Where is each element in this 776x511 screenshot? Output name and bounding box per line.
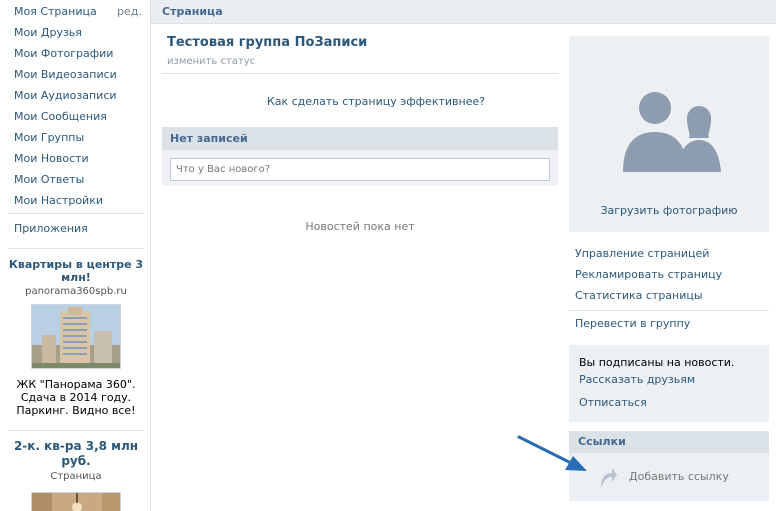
- sidebar-item-news[interactable]: Мои Новости: [14, 150, 89, 168]
- annotation-arrow-icon: [517, 435, 587, 471]
- ad-domain: panorama360spb.ru: [25, 286, 127, 297]
- add-link-icon[interactable]: [598, 465, 618, 489]
- sidebar-item-groups[interactable]: Мои Группы: [14, 129, 84, 147]
- sidebar-divider: [8, 248, 144, 249]
- empty-news-text: Новостей пока нет: [305, 220, 415, 233]
- sidebar-item-photos[interactable]: Мои Фотографии: [14, 45, 113, 63]
- page-title: Страница: [162, 5, 223, 18]
- ad-block[interactable]: 2-к. кв-ра 3,8 млн руб. Страница: [8, 439, 144, 511]
- change-status-link[interactable]: изменить статус: [167, 55, 255, 68]
- sidebar-item-videos[interactable]: Мои Видеозаписи: [14, 66, 117, 84]
- ad-title[interactable]: 2-к. кв-ра 3,8 млн руб.: [8, 439, 144, 469]
- sidebar-item-answers[interactable]: Мои Ответы: [14, 171, 84, 189]
- ad-image-interior[interactable]: [31, 492, 121, 511]
- ad-block[interactable]: Квартиры в центре 3 млн! panorama360spb.…: [8, 258, 144, 417]
- links-header: Ссылки: [569, 431, 769, 453]
- tell-friends-link[interactable]: Рассказать друзьям: [579, 373, 695, 387]
- effective-page-link[interactable]: Как сделать страницу эффективнее?: [162, 95, 590, 109]
- group-name: Тестовая группа ПоЗаписи: [167, 35, 368, 50]
- links-box: Добавить ссылку: [569, 453, 769, 501]
- page-stats-link[interactable]: Статистика страницы: [575, 288, 703, 304]
- advertise-page-link[interactable]: Рекламировать страницу: [575, 267, 722, 283]
- unsubscribe-link[interactable]: Отписаться: [579, 396, 647, 410]
- sidebar-item-apps[interactable]: Приложения: [14, 220, 88, 238]
- upload-photo-button[interactable]: Загрузить фотографию: [569, 36, 769, 232]
- main-divider: [162, 73, 558, 74]
- convert-to-group-link[interactable]: Перевести в группу: [575, 316, 690, 332]
- wall-title: Нет записей: [170, 132, 248, 145]
- subscription-box: Вы подписаны на новости. Рассказать друз…: [569, 345, 769, 422]
- sidebar-item-settings[interactable]: Мои Настройки: [14, 192, 103, 210]
- manage-page-link[interactable]: Управление страницей: [575, 246, 709, 262]
- sidebar-item-audio[interactable]: Мои Аудиозаписи: [14, 87, 117, 105]
- page-header: Страница: [151, 0, 776, 24]
- ad-title[interactable]: Квартиры в центре 3 млн!: [8, 258, 144, 284]
- new-post-input[interactable]: [170, 158, 550, 181]
- wall-post-box: [162, 150, 558, 186]
- ad-description: ЖК "Панорама 360". Сдача в 2014 году. Па…: [16, 378, 136, 417]
- sidebar-divider-line: [150, 0, 151, 511]
- add-link-button[interactable]: Добавить ссылку: [629, 470, 729, 484]
- sidebar-item-messages[interactable]: Мои Сообщения: [14, 108, 107, 126]
- sidebar-item-friends[interactable]: Мои Друзья: [14, 24, 82, 42]
- users-silhouette-icon: [623, 92, 721, 172]
- sidebar-divider: [8, 213, 144, 214]
- sidebar-divider: [8, 430, 144, 431]
- left-sidebar: Моя Страница ред. Мои Друзья Мои Фотогра…: [0, 0, 150, 511]
- subscription-status: Вы подписаны на новости.: [579, 356, 735, 369]
- upload-photo-label: Загрузить фотографию: [600, 204, 738, 217]
- right-divider: [569, 310, 769, 311]
- wall-header: Нет записей: [162, 127, 558, 150]
- edit-menu-link[interactable]: ред.: [117, 3, 142, 21]
- ad-domain: Страница: [50, 471, 102, 482]
- sidebar-item-my-page[interactable]: Моя Страница: [14, 3, 97, 21]
- ad-image-building[interactable]: [31, 304, 121, 369]
